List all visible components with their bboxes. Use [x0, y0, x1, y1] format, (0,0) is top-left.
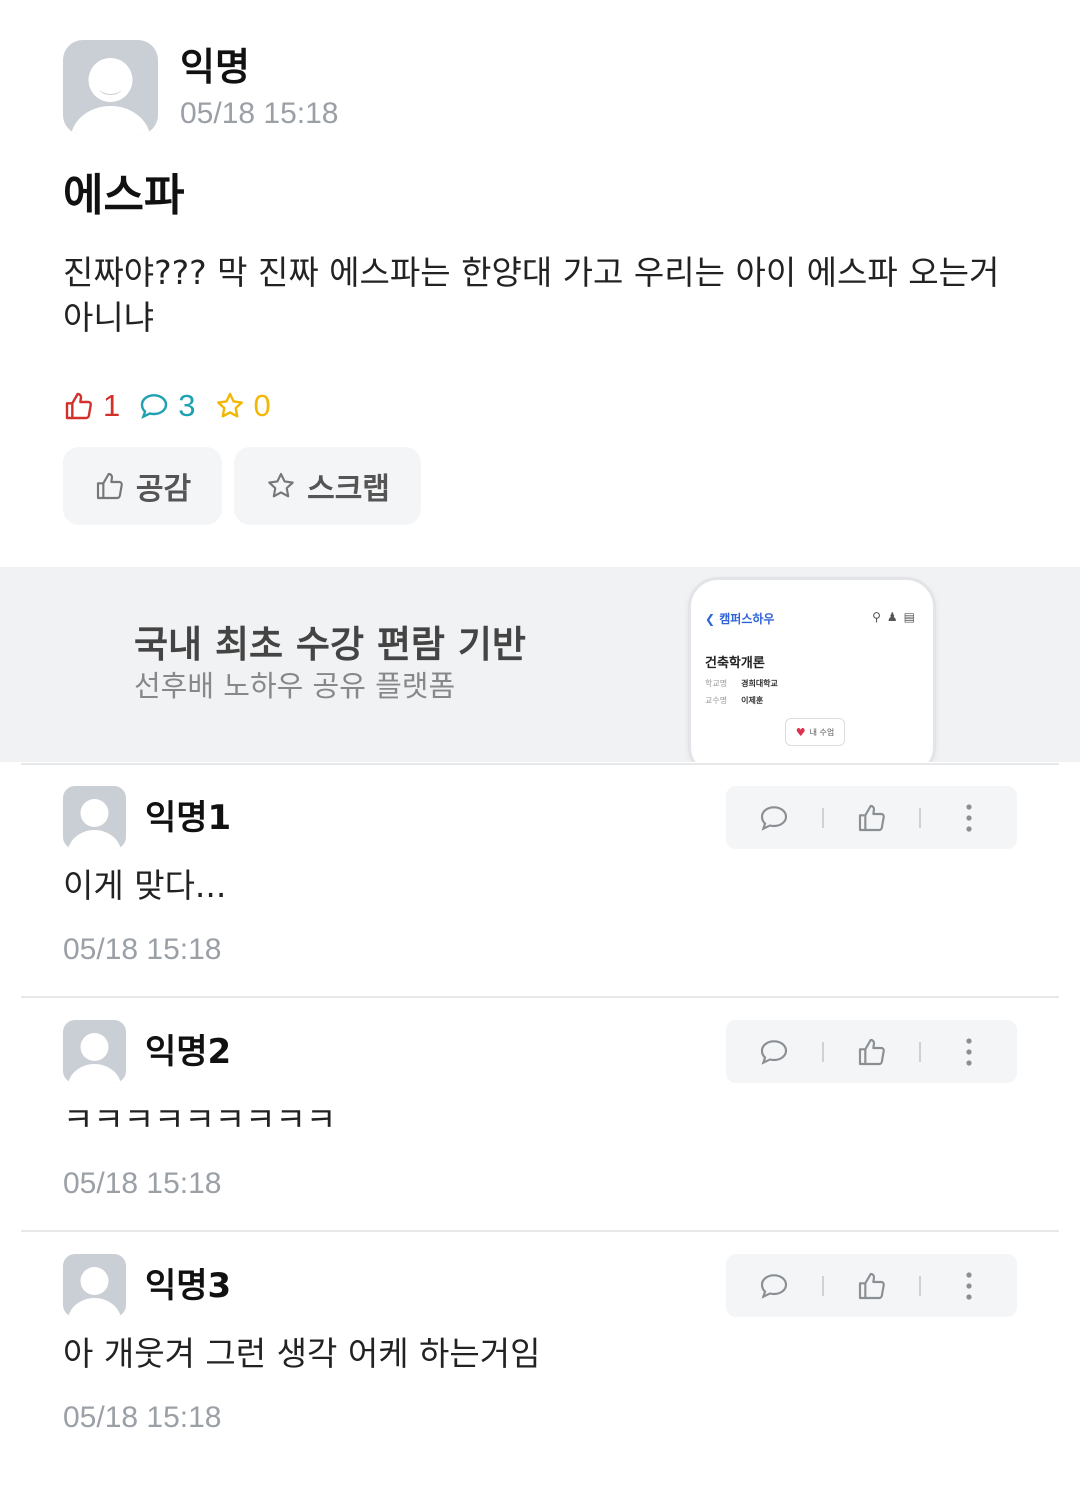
avatar-placeholder-icon [70, 58, 151, 135]
like-button-label: 공감 [135, 472, 192, 507]
comment-author: 익명2 [145, 1032, 232, 1072]
ad-phone-mockup: ❮ 캠퍼스하우 ⚲♟▤ 건축학개론 학교명 경희대학교 교수명 이제훈 ♥ 내 수업 [688, 577, 936, 762]
comment-author: 익명3 [145, 1266, 232, 1306]
comment-count: 3 [138, 388, 196, 424]
comment-text: 이게 맞다... [63, 866, 227, 905]
post-actions: 공감 스크랩 [63, 447, 433, 525]
comment-bubble-icon [760, 1273, 787, 1299]
comment-timestamp: 05/18 15:18 [63, 1167, 222, 1200]
user-icon: ♟ [886, 610, 904, 624]
author-avatar [63, 40, 158, 135]
more-vertical-icon [966, 1037, 972, 1066]
thumbs-up-icon [858, 1038, 885, 1065]
thumbs-up-icon [96, 472, 123, 500]
post-timestamp: 05/18 15:18 [180, 97, 339, 130]
comment-author: 익명1 [145, 798, 232, 838]
divider [21, 763, 1059, 765]
ad-banner[interactable]: 국내 최초 수강 편람 기반 선후배 노하우 공유 플랫폼 ❮ 캠퍼스하우 ⚲♟… [0, 567, 1080, 762]
ad-info-row: 학교명 경희대학교 [705, 678, 778, 689]
comment-timestamp: 05/18 15:18 [63, 1401, 222, 1434]
comment-like-button[interactable] [824, 786, 920, 849]
post-title: 에스파 [63, 170, 185, 221]
ad-headline: 국내 최초 수강 편람 기반 [134, 623, 526, 666]
post-header: 익명 05/18 15:18 [63, 40, 338, 136]
comment-bubble-icon [760, 805, 787, 831]
search-icon: ⚲ [872, 610, 887, 624]
more-options-button[interactable] [921, 786, 1017, 849]
more-options-button[interactable] [921, 1020, 1017, 1083]
scrap-button-label: 스크랩 [307, 472, 390, 507]
post-body: 진짜야??? 막 진짜 에스파는 한양대 가고 우리는 아이 에스파 오는거 아… [63, 253, 1000, 337]
comment-bubble-icon [141, 394, 168, 419]
comment-avatar [63, 786, 126, 849]
more-vertical-icon [966, 1271, 972, 1300]
author-name: 익명 [180, 45, 250, 89]
heart-icon: ♥ [795, 725, 806, 739]
ad-info-label: 교수명 [705, 696, 728, 705]
thumbs-up-icon [65, 392, 92, 420]
like-count: 1 [63, 388, 120, 424]
comment-like-button[interactable] [824, 1254, 920, 1317]
star-icon [268, 472, 294, 498]
avatar-placeholder-icon [68, 1267, 121, 1317]
like-button[interactable]: 공감 [63, 447, 222, 525]
comment-toolbar [726, 786, 1017, 849]
comment-avatar [63, 1020, 126, 1083]
more-options-button[interactable] [921, 1254, 1017, 1317]
comment-toolbar [726, 1254, 1017, 1317]
more-vertical-icon [966, 803, 972, 832]
ad-my-class-label: 내 수업 [809, 727, 835, 737]
thumbs-up-icon [858, 804, 885, 831]
comment-text: 아 개웃겨 그런 생각 어케 하는거임 [63, 1334, 541, 1373]
cart-icon: ▤ [903, 610, 921, 624]
reply-button[interactable] [726, 1020, 822, 1083]
scrap-count: 0 [214, 388, 271, 424]
post-stats: 1 3 0 [63, 386, 289, 426]
comment-like-button[interactable] [824, 1020, 920, 1083]
ad-brand-logo: ❮ 캠퍼스하우 [705, 612, 775, 626]
divider [21, 1230, 1059, 1232]
ad-info-row: 교수명 이제훈 [705, 695, 763, 706]
ad-my-class-button: ♥ 내 수업 [785, 718, 845, 746]
avatar-placeholder-icon [68, 799, 121, 849]
avatar-placeholder-icon [68, 1033, 121, 1083]
ad-course-title: 건축학개론 [705, 656, 765, 671]
ad-header-icons: ⚲♟▤ [872, 610, 921, 624]
scrap-count-value: 0 [253, 388, 271, 423]
comment-count-value: 3 [178, 388, 196, 423]
like-count-value: 1 [103, 388, 121, 423]
divider [21, 996, 1059, 998]
reply-button[interactable] [726, 1254, 822, 1317]
ad-brand-name: 캠퍼스하우 [719, 612, 775, 626]
thumbs-up-icon [858, 1272, 885, 1299]
ad-info-value: 이제훈 [741, 696, 764, 705]
reply-button[interactable] [726, 786, 822, 849]
scrap-button[interactable]: 스크랩 [234, 447, 421, 525]
comment-text: ㅋㅋㅋㅋㅋㅋㅋㅋㅋ [63, 1100, 337, 1139]
comment-timestamp: 05/18 15:18 [63, 933, 222, 966]
comment-bubble-icon [760, 1039, 787, 1065]
comment-toolbar [726, 1020, 1017, 1083]
ad-info-value: 경희대학교 [741, 679, 778, 688]
ad-info-label: 학교명 [705, 679, 728, 688]
ad-subtext: 선후배 노하우 공유 플랫폼 [134, 669, 456, 703]
star-icon [216, 392, 243, 418]
comment-avatar [63, 1254, 126, 1317]
